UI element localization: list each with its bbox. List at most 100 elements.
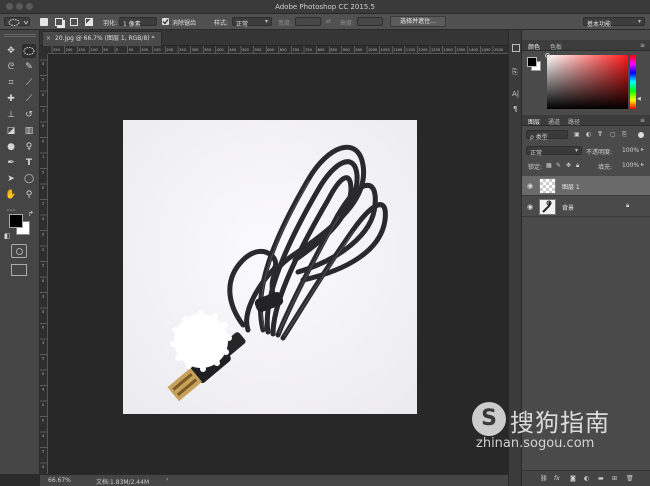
ruler-tick-label: 1200 <box>418 48 428 52</box>
tab-swatches[interactable]: 色板 <box>550 42 562 51</box>
ruler-tick-label: 2 <box>42 202 44 206</box>
layer-name[interactable]: 背景 <box>562 203 574 212</box>
lock-position-icon[interactable]: ✥ <box>566 162 571 169</box>
ruler-tick-label: 0 <box>42 186 45 190</box>
hue-slider[interactable] <box>630 55 636 109</box>
history-brush-icon[interactable]: ↺ <box>22 108 36 122</box>
history-panel-icon[interactable] <box>512 44 520 52</box>
document-tab[interactable]: × 20.jpg @ 66.7% (图层 1, RGB/8) * <box>42 31 162 46</box>
new-selection-icon[interactable] <box>40 18 48 26</box>
toolbar-grip[interactable] <box>4 34 36 37</box>
layer-name[interactable]: 图层 1 <box>562 182 580 191</box>
group-icon[interactable]: ▬ <box>598 475 604 482</box>
lasso-icon[interactable]: ᘓ <box>4 60 18 74</box>
ruler-tick-label: 500 <box>242 48 250 52</box>
blend-mode-select[interactable]: 正常 ▾ <box>526 146 582 157</box>
tool-preset-picker[interactable] <box>4 17 30 26</box>
tab-paths[interactable]: 路径 <box>568 117 580 126</box>
ruler-horizontal[interactable]: 250 200 150 100 50 0 50 100 150 200 250 300 350 400 45… <box>48 46 508 54</box>
zoom-icon[interactable]: ⚲ <box>22 188 36 202</box>
visibility-eye-icon[interactable]: ◉ <box>527 182 533 190</box>
status-menu-arrow-icon[interactable]: › <box>166 476 168 483</box>
filter-smart-icon[interactable]: ⎘ <box>622 131 627 139</box>
layer-filter-select[interactable]: ρ 类型 <box>526 130 568 141</box>
workspace-select[interactable]: 基本功能 ▾ <box>583 17 645 28</box>
style-select[interactable]: 正常 ▾ <box>232 17 272 28</box>
ruler-tick-label: 200 <box>66 48 74 52</box>
eraser-icon[interactable]: ◪ <box>4 124 18 138</box>
quick-mask-icon[interactable] <box>11 244 27 258</box>
blur-icon[interactable]: ● <box>4 140 18 154</box>
canvas-area[interactable] <box>48 54 508 474</box>
hue-slider-handle-icon[interactable]: ◀ <box>637 96 641 102</box>
visibility-eye-icon[interactable]: ◉ <box>527 203 533 211</box>
ruler-tick-label: 0 <box>42 419 45 423</box>
close-tab-icon[interactable]: × <box>46 32 51 46</box>
zoom-level[interactable]: 66.67% <box>48 477 71 484</box>
intersect-selection-icon[interactable] <box>85 18 93 26</box>
healing-icon[interactable]: ✚ <box>4 92 18 106</box>
move-icon[interactable]: ✥ <box>4 44 18 58</box>
hand-icon[interactable]: ✋ <box>4 188 18 202</box>
eyedropper-icon[interactable]: ⟋ <box>22 76 36 90</box>
opacity-value[interactable]: 100% <box>622 147 639 154</box>
properties-panel-icon[interactable]: ⎘ <box>512 68 518 77</box>
color-field[interactable] <box>547 55 628 109</box>
fx-icon[interactable]: fx <box>554 475 560 482</box>
tab-layers[interactable]: 图层 <box>528 117 540 126</box>
dodge-icon[interactable]: ♀ <box>22 140 36 154</box>
panel-menu-icon[interactable]: ≡ <box>640 117 645 124</box>
subtract-selection-icon[interactable] <box>70 18 78 26</box>
ruler-vertical[interactable]: 0 5 0 1 0 0 1 5 0 2 0 0 2 5 0 3 0 0 3 5 0 4 0 0 4 5 0 <box>40 54 48 474</box>
stamp-icon[interactable]: ⊥ <box>4 108 18 122</box>
paragraph-panel-icon[interactable]: ¶ <box>513 105 517 113</box>
filter-toggle[interactable] <box>638 132 644 138</box>
trash-icon[interactable]: 🗑︎ <box>626 475 634 482</box>
add-selection-icon[interactable] <box>55 18 63 26</box>
link-icon[interactable]: ⛓ <box>540 475 548 482</box>
brush-icon[interactable]: ⟋ <box>22 92 36 106</box>
crop-icon[interactable]: ⌗ <box>4 76 18 90</box>
height-input[interactable] <box>357 17 383 26</box>
opacity-arrow-icon[interactable]: ▸ <box>641 146 644 153</box>
screen-mode-icon[interactable] <box>11 264 27 276</box>
adjustment-icon[interactable]: ◐ <box>584 475 589 482</box>
character-panel-icon[interactable]: A| <box>512 90 519 98</box>
lock-all-icon[interactable]: 🔒︎ <box>576 162 579 170</box>
default-colors-icon[interactable]: ◧ <box>4 232 11 240</box>
panel-menu-icon[interactable]: ≡ <box>640 42 645 49</box>
foreground-color-swatch[interactable] <box>9 214 23 228</box>
feather-input[interactable]: 1 像素 <box>119 17 157 28</box>
lock-transparent-icon[interactable]: ▦ <box>546 162 552 169</box>
shape-icon[interactable]: ◯ <box>22 172 36 186</box>
ruler-tick-label: 150 <box>154 48 162 52</box>
type-icon[interactable]: T <box>22 156 36 170</box>
quick-select-icon[interactable]: ✎ <box>22 60 36 74</box>
select-and-mask-button[interactable]: 选择并遮住... <box>390 16 446 27</box>
document-image[interactable] <box>123 120 417 414</box>
width-input[interactable] <box>295 17 321 26</box>
filter-pixel-icon[interactable]: ▣ <box>574 131 580 138</box>
antialias-checkbox[interactable] <box>162 18 169 25</box>
fill-value[interactable]: 100% <box>622 162 639 169</box>
ruler-tick-label: 0 <box>116 48 119 52</box>
lock-image-icon[interactable]: ✎ <box>556 162 561 169</box>
new-layer-icon[interactable]: ⊞ <box>612 475 617 482</box>
tab-channels[interactable]: 通道 <box>548 117 560 126</box>
fill-arrow-icon[interactable]: ▸ <box>641 161 644 168</box>
tab-color[interactable]: 颜色 <box>528 42 540 51</box>
filter-shape-icon[interactable]: ▢ <box>610 131 616 138</box>
swap-colors-icon[interactable]: ↱ <box>28 210 34 218</box>
filter-type-icon[interactable]: T <box>598 131 602 138</box>
mask-icon[interactable]: ◙ <box>570 475 576 482</box>
pen-icon[interactable]: ✒ <box>4 156 18 170</box>
marquee-icon[interactable] <box>22 44 36 58</box>
ruler-origin[interactable] <box>40 46 48 54</box>
doc-size-info[interactable]: 文档:1.83M/2.44M <box>96 477 149 486</box>
path-select-icon[interactable]: ➤ <box>4 172 18 186</box>
layer-row[interactable]: ◉ 图层 1 <box>522 176 650 196</box>
filter-adjustment-icon[interactable]: ◐ <box>586 131 591 138</box>
layer-row[interactable]: ◉ 背景 🔒︎ <box>522 197 650 217</box>
panel-foreground-swatch[interactable] <box>527 57 537 67</box>
gradient-icon[interactable]: ▥ <box>22 124 36 138</box>
